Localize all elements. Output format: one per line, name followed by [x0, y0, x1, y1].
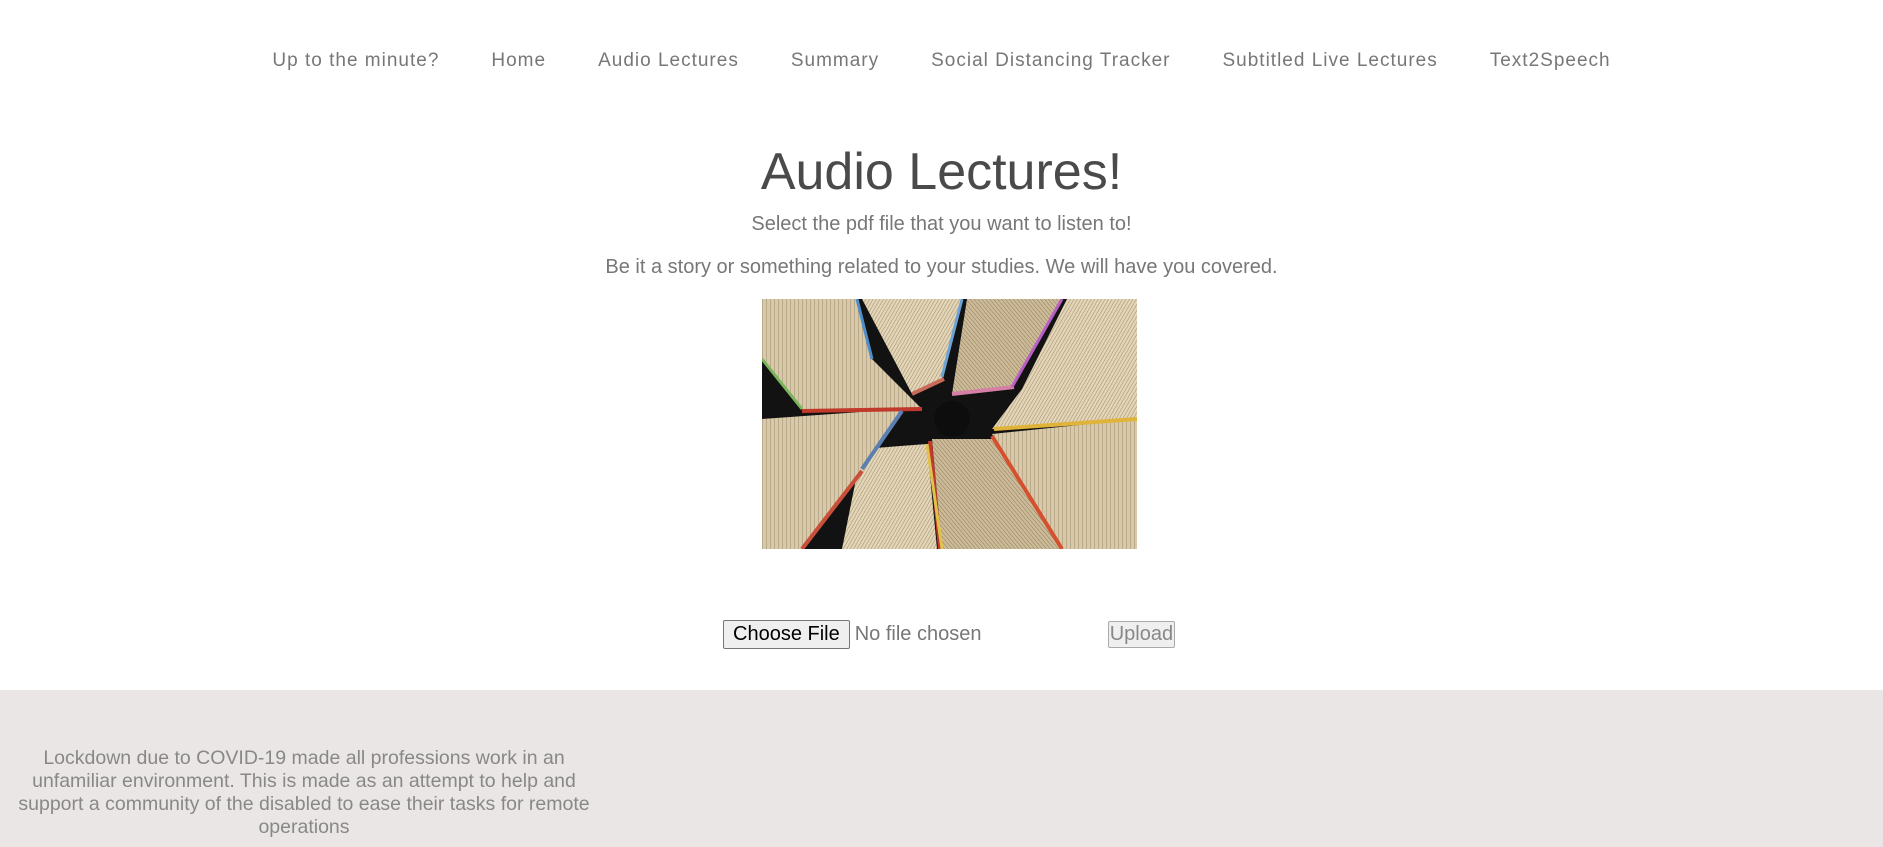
nav-item-up-to-the-minute[interactable]: Up to the minute? — [272, 50, 439, 72]
upload-form: Choose File No file chosen Upload — [723, 619, 1176, 649]
books-image — [762, 299, 1137, 549]
choose-file-button[interactable]: Choose File — [723, 619, 850, 649]
page-title: Audio Lectures! — [760, 143, 1123, 201]
nav-item-home[interactable]: Home — [491, 50, 546, 72]
footer: Lockdown due to COVID-19 made all profes… — [0, 690, 1883, 847]
footer-text: Lockdown due to COVID-19 made all profes… — [18, 747, 590, 838]
nav-item-audio-lectures[interactable]: Audio Lectures — [598, 50, 739, 72]
top-nav: Up to the minute? Home Audio Lectures Su… — [0, 48, 1883, 74]
nav-item-summary[interactable]: Summary — [791, 50, 879, 72]
page-description: Be it a story or something related to yo… — [605, 256, 1278, 278]
nav-item-social-distancing-tracker[interactable]: Social Distancing Tracker — [931, 50, 1170, 72]
file-status-text: No file chosen — [854, 622, 982, 645]
nav-item-subtitled-live-lectures[interactable]: Subtitled Live Lectures — [1223, 50, 1438, 72]
nav-item-text2speech[interactable]: Text2Speech — [1490, 50, 1611, 72]
upload-button[interactable]: Upload — [1107, 620, 1176, 648]
book-fan — [762, 299, 1137, 549]
page-subtitle: Select the pdf file that you want to lis… — [751, 213, 1132, 235]
